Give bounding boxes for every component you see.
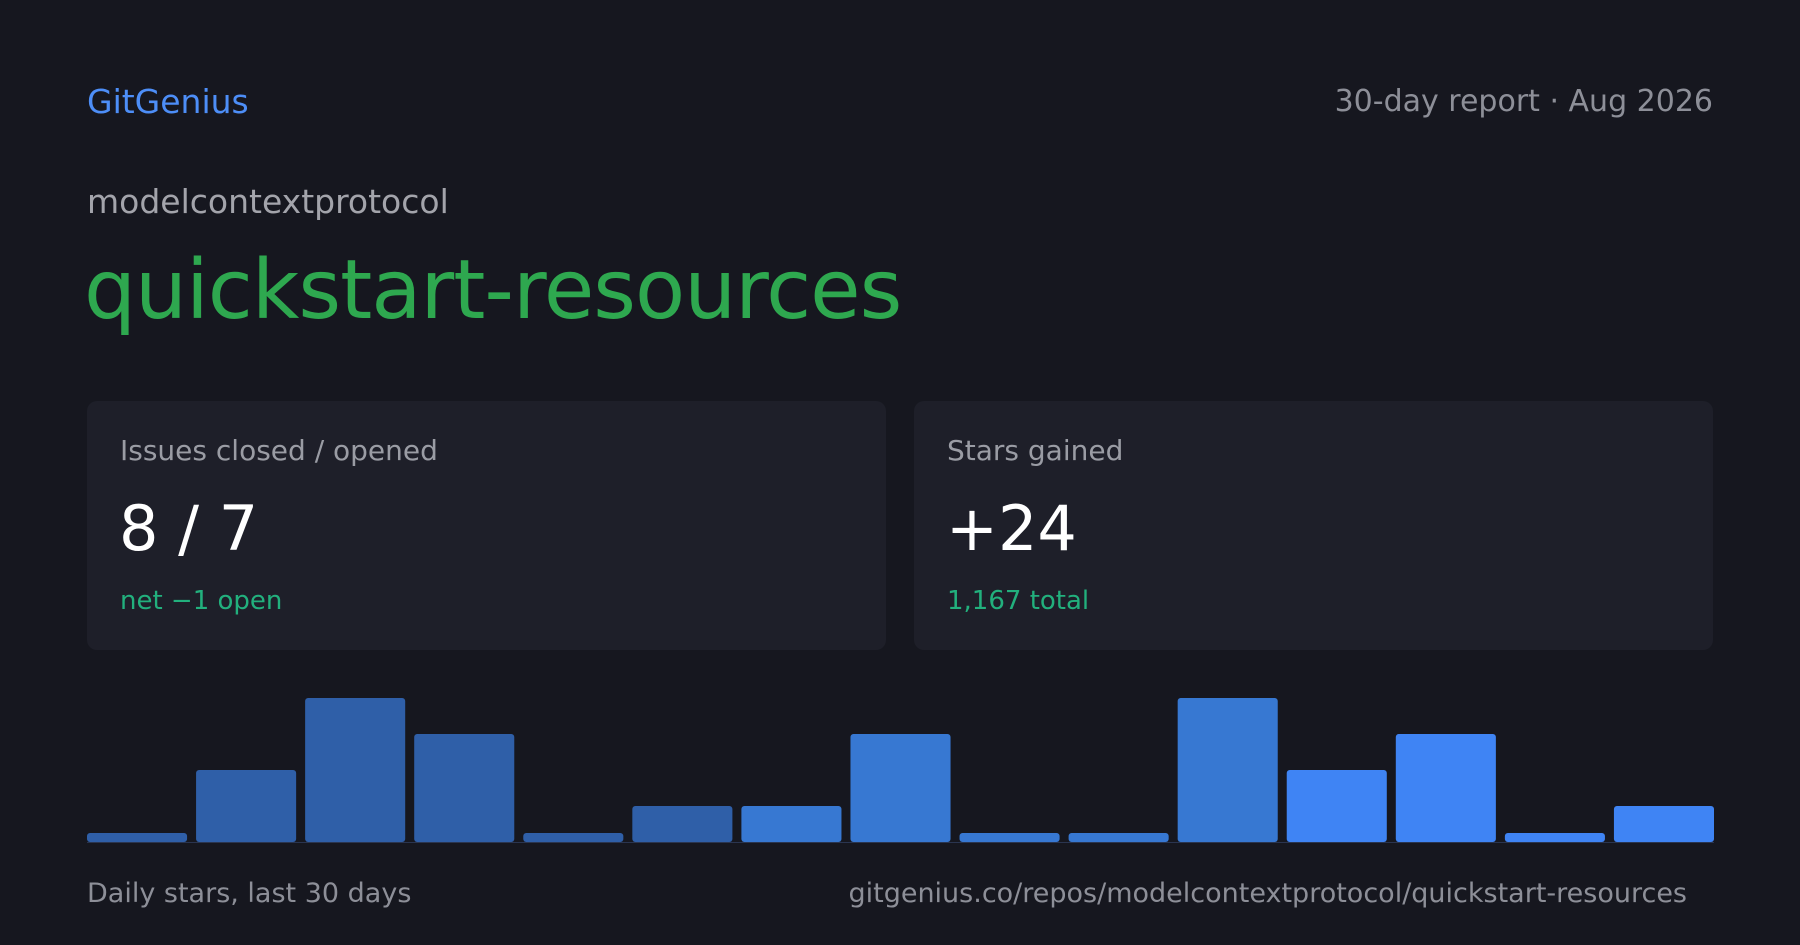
repo-owner[interactable]: modelcontextprotocol [87,180,449,224]
chart-bar-4 [414,734,515,842]
chart-bar-5 [523,833,624,842]
chart-bar-8 [850,734,951,842]
chart-bar-15 [1613,806,1714,842]
issues-label: Issues closed / opened [120,434,438,467]
report-period: 30-day report · Aug 2026 [1334,84,1713,119]
chart-bar-10 [1068,833,1169,842]
chart-bar-7 [741,806,842,842]
chart-bar-14 [1504,833,1605,842]
repo-url-link[interactable]: gitgenius.co/repos/modelcontextprotocol/… [848,874,1687,914]
chart-bar-11 [1177,698,1278,842]
chart-bar-1 [87,833,188,842]
bar-chart-svg [87,698,1714,843]
chart-caption: Daily stars, last 30 days [87,878,412,909]
chart-bar-13 [1395,734,1496,842]
stars-card: Stars gained +24 1,167 total [914,401,1713,650]
chart-bar-2 [196,770,297,842]
chart-bar-12 [1286,770,1387,842]
issues-net: net −1 open [120,586,283,616]
issues-value: 8 / 7 [119,492,259,565]
chart-bar-3 [305,698,406,842]
report-card: GitGenius 30-day report · Aug 2026 model… [0,0,1800,945]
stars-label: Stars gained [947,434,1124,467]
repo-name[interactable]: quickstart-resources [84,236,902,346]
brand-logo[interactable]: GitGenius [87,80,249,124]
daily-stars-chart [87,690,1714,845]
issues-card: Issues closed / opened 8 / 7 net −1 open [87,401,886,650]
stars-value: +24 [946,492,1077,565]
chart-bar-9 [959,833,1060,842]
stars-total: 1,167 total [947,586,1090,616]
chart-bar-6 [632,806,733,842]
